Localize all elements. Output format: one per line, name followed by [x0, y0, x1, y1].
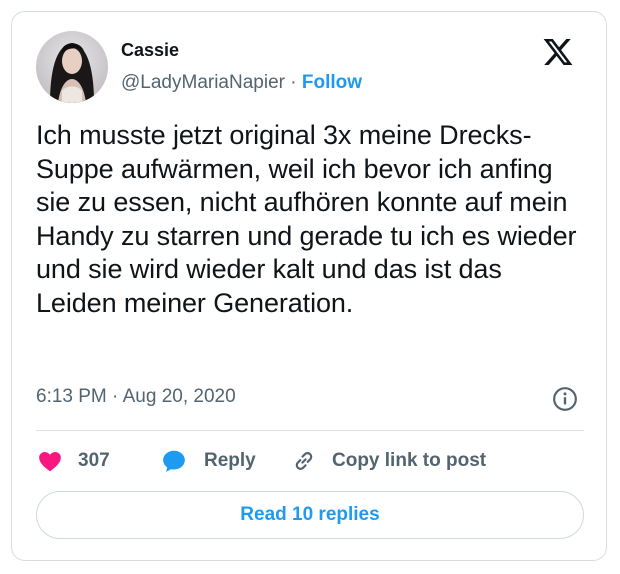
display-name[interactable]: Cassie — [121, 40, 179, 61]
link-icon — [295, 452, 313, 470]
timestamp-separator: · — [112, 386, 119, 407]
divider — [36, 430, 584, 431]
copy-link-button[interactable]: Copy link to post — [290, 446, 486, 476]
post-time: 6:13 PM — [36, 386, 107, 407]
embedded-post-card: Cassie @LadyMariaNapier · Follow Ich mus… — [11, 11, 607, 561]
like-count: 307 — [78, 450, 110, 471]
handle-separator: · — [290, 72, 297, 93]
post-timestamp[interactable]: 6:13 PM · Aug 20, 2020 — [36, 386, 236, 408]
follow-link[interactable]: Follow — [302, 72, 362, 93]
post-text: Ich musste jetzt original 3x meine Dreck… — [36, 120, 577, 318]
x-logo-icon[interactable] — [541, 36, 575, 68]
speech-bubble-icon — [163, 450, 185, 472]
post-date: Aug 20, 2020 — [122, 386, 236, 407]
user-handle[interactable]: @LadyMariaNapier — [121, 72, 285, 93]
like-button[interactable]: 307 — [36, 446, 110, 476]
heart-icon — [39, 452, 61, 472]
copy-link-label: Copy link to post — [332, 450, 487, 471]
handle-line: @LadyMariaNapier · Follow — [121, 72, 362, 94]
info-icon[interactable] — [552, 386, 578, 412]
avatar-image — [36, 31, 108, 103]
avatar[interactable] — [36, 31, 108, 103]
reply-label: Reply — [204, 450, 256, 471]
reply-button[interactable]: Reply — [160, 446, 256, 476]
read-replies-button[interactable]: Read 10 replies — [36, 491, 584, 539]
